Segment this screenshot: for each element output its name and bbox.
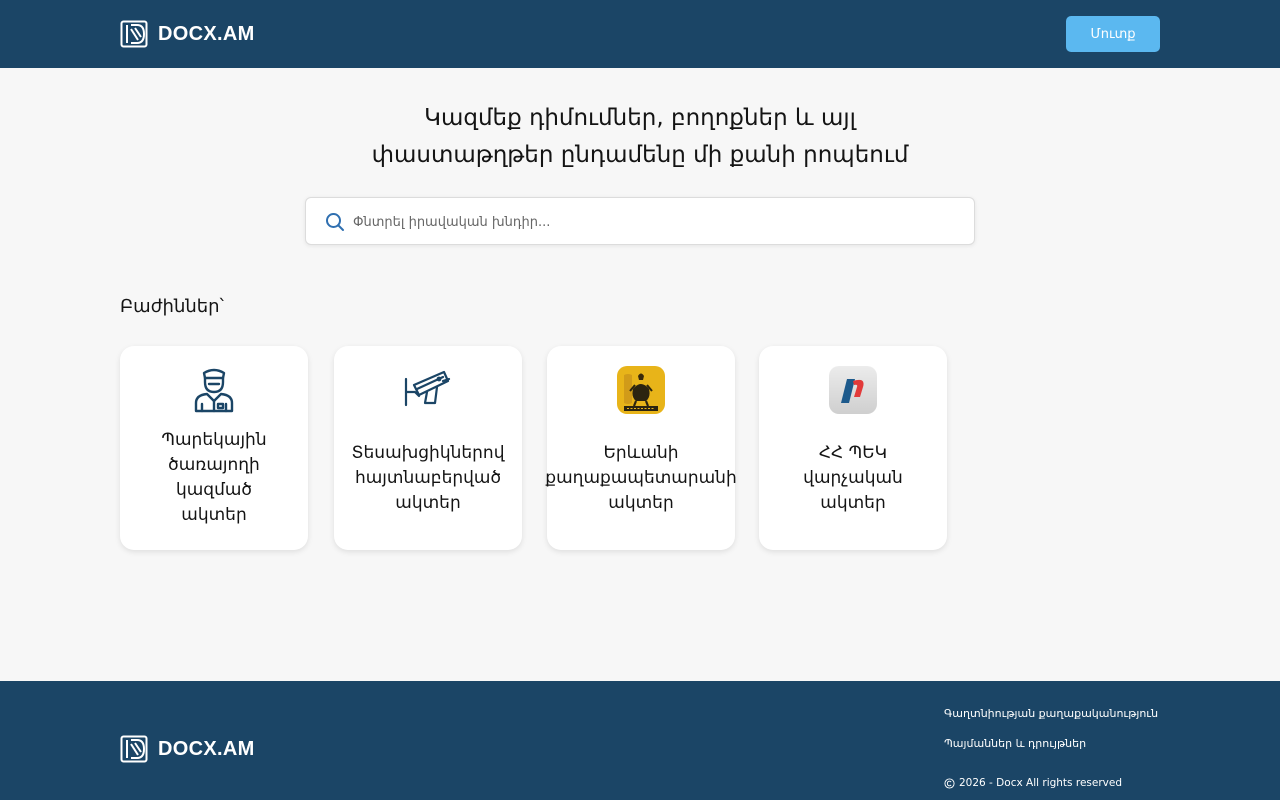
header: DOCX.AM Մուտք — [0, 0, 1280, 68]
privacy-policy-link[interactable]: Գաղտնիության քաղաքականություն — [944, 707, 1158, 721]
search-box[interactable] — [305, 197, 975, 245]
search-icon — [326, 213, 344, 231]
card-label: Երևանի քաղաքապետարանի ակտեր — [545, 442, 737, 513]
footer-logo-text: DOCX.AM — [158, 737, 255, 760]
copyright-icon — [944, 777, 955, 789]
footer-links: Գաղտնիության քաղաքականություն Պայմաններ … — [944, 707, 1158, 751]
page-title-line1: Կազմեք դիմումներ, բողոքներ և այլ — [424, 105, 856, 131]
footer: DOCX.AM Գաղտնիության քաղաքականություն Պա… — [0, 681, 1280, 800]
yerevan-coat-of-arms-icon — [617, 366, 665, 414]
docx-logo-icon — [120, 735, 148, 763]
login-button[interactable]: Մուտք — [1066, 16, 1160, 52]
terms-link[interactable]: Պայմաններ և դրույթներ — [944, 737, 1158, 751]
page-title-line2: փաստաթղթեր ընդամենը մի քանի րոպեում — [371, 142, 909, 168]
logo-text: DOCX.AM — [158, 22, 255, 45]
search-input[interactable] — [353, 207, 953, 237]
sections-heading: Բաժիններ՝ — [120, 296, 224, 317]
footer-logo[interactable]: DOCX.AM — [120, 735, 255, 763]
category-card-src[interactable]: ՀՀ ՊԵԿ վարչական ակտեր — [759, 346, 947, 550]
police-officer-icon — [194, 368, 234, 413]
docx-logo-icon — [120, 20, 148, 48]
category-card-camera[interactable]: Տեսախցիկներով հայտնաբերված ակտեր — [334, 346, 522, 550]
page-title: Կազմեք դիմումներ, բողոքներ և այլ փաստաթղ… — [240, 100, 1040, 174]
card-label: ՀՀ ՊԵԿ վարչական ակտեր — [803, 442, 903, 513]
copyright-text: 2026 - Docx All rights reserved — [959, 777, 1122, 789]
category-card-patrol[interactable]: Պարեկային ծառայողի կազմած ակտեր — [120, 346, 308, 550]
src-logo-icon — [829, 366, 877, 414]
card-label: Տեսախցիկներով հայտնաբերված ակտեր — [351, 442, 505, 513]
category-card-yerevan[interactable]: Երևանի քաղաքապետարանի ակտեր — [545, 346, 737, 550]
security-camera-icon — [404, 370, 451, 407]
card-label: Պարեկային ծառայողի կազմած ակտեր — [161, 430, 267, 525]
logo[interactable]: DOCX.AM — [120, 20, 255, 48]
copyright: 2026 - Docx All rights reserved — [944, 777, 1122, 789]
